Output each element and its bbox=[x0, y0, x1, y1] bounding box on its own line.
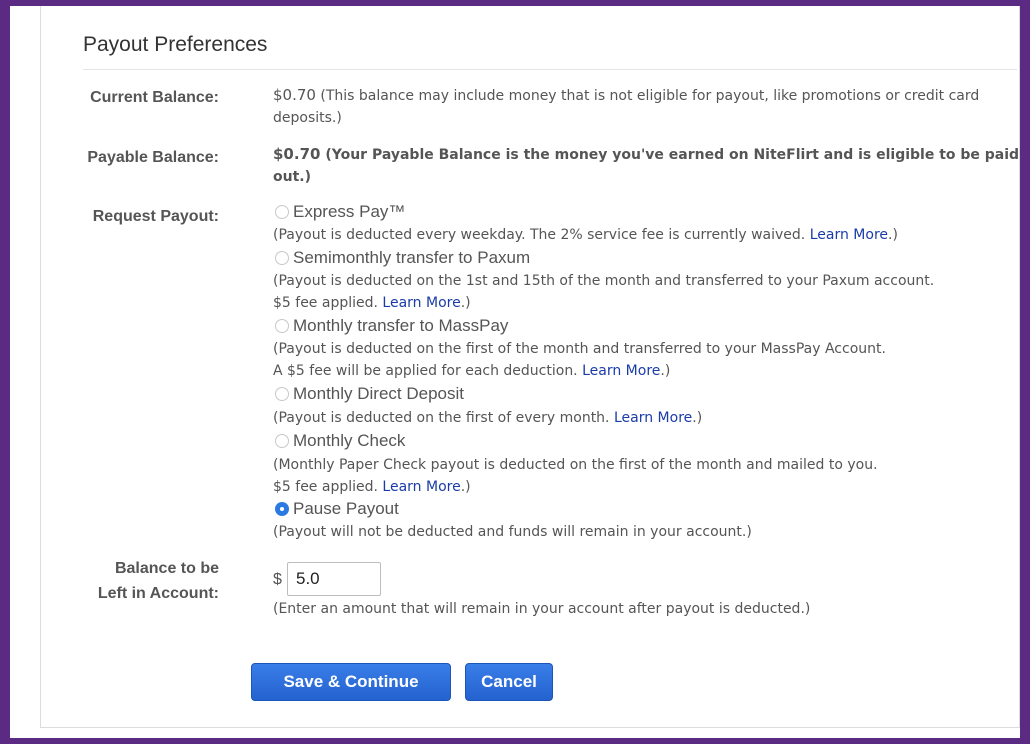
balance-left-label-line: Left in Account: bbox=[97, 585, 219, 602]
description-line: $5 fee applied. bbox=[273, 479, 383, 495]
learn-more-link[interactable]: Learn More bbox=[582, 363, 660, 379]
payable-balance-note: (Your Payable Balance is the money you'v… bbox=[273, 147, 1020, 185]
description-end: .) bbox=[888, 227, 898, 243]
radio-paxum[interactable] bbox=[275, 251, 289, 265]
description-line: (Payout is deducted every weekday. The 2… bbox=[273, 227, 810, 243]
payout-option-label: Semimonthly transfer to Paxum bbox=[293, 248, 531, 267]
radio-direct-deposit[interactable] bbox=[275, 387, 289, 401]
current-balance-amount: $0.70 bbox=[273, 86, 316, 104]
payout-option-direct-deposit[interactable]: Monthly Direct Deposit bbox=[273, 384, 464, 404]
currency-symbol: $ bbox=[273, 571, 282, 588]
description-line: A $5 fee will be applied for each deduct… bbox=[273, 363, 583, 379]
payout-option-description: (Payout will not be deducted and funds w… bbox=[273, 521, 1030, 543]
payable-balance-amount: $0.70 bbox=[273, 145, 321, 163]
payout-option-description: (Payout is deducted every weekday. The 2… bbox=[273, 224, 1030, 246]
description-line: (Payout is deducted on the first of the … bbox=[273, 341, 886, 357]
preferences-panel: Payout Preferences Current Balance: $0.7… bbox=[40, 6, 1020, 728]
learn-more-link[interactable]: Learn More bbox=[382, 479, 460, 495]
description-end: .) bbox=[660, 363, 671, 379]
learn-more-link[interactable]: Learn More bbox=[382, 295, 460, 311]
learn-more-link[interactable]: Learn More bbox=[810, 227, 888, 243]
description-end: .) bbox=[460, 479, 471, 495]
radio-express-pay[interactable] bbox=[275, 205, 289, 219]
balance-left-label: Balance to be Left in Account: bbox=[39, 556, 219, 606]
payout-option-masspay[interactable]: Monthly transfer to MassPay bbox=[273, 316, 508, 336]
learn-more-link[interactable]: Learn More bbox=[614, 410, 692, 426]
description-line: (Payout will not be deducted and funds w… bbox=[273, 524, 752, 540]
payout-option-monthly-check[interactable]: Monthly Check bbox=[273, 431, 405, 451]
current-balance-note: (This balance may include money that is … bbox=[273, 88, 980, 126]
description-end: .) bbox=[692, 410, 703, 426]
current-balance-value: $0.70 (This balance may include money th… bbox=[273, 84, 1030, 129]
description-end: .) bbox=[460, 295, 471, 311]
description-line: $5 fee applied. bbox=[273, 295, 383, 311]
payout-option-label: Monthly Direct Deposit bbox=[293, 384, 465, 403]
radio-masspay[interactable] bbox=[275, 319, 289, 333]
payout-option-label: Monthly transfer to MassPay bbox=[293, 316, 509, 335]
save-continue-button[interactable]: Save & Continue bbox=[251, 663, 451, 701]
page-title: Payout Preferences bbox=[83, 33, 268, 56]
description-line: (Payout is deducted on the first of ever… bbox=[273, 410, 614, 426]
window-frame: Payout Preferences Current Balance: $0.7… bbox=[0, 0, 1030, 744]
description-line: (Monthly Paper Check payout is deducted … bbox=[273, 457, 878, 473]
radio-pause-payout[interactable] bbox=[275, 502, 289, 516]
payout-option-description: (Monthly Paper Check payout is deducted … bbox=[273, 454, 1030, 498]
request-payout-label: Request Payout: bbox=[92, 208, 219, 225]
balance-left-hint: (Enter an amount that will remain in you… bbox=[273, 601, 811, 617]
payout-option-description: (Payout is deducted on the first of ever… bbox=[273, 407, 1030, 429]
balance-left-input[interactable] bbox=[287, 562, 381, 596]
description-line: (Payout is deducted on the 1st and 15th … bbox=[273, 273, 935, 289]
payout-option-paxum[interactable]: Semimonthly transfer to Paxum bbox=[273, 248, 530, 268]
balance-left-label-line: Balance to be bbox=[114, 560, 219, 577]
payout-option-label: Monthly Check bbox=[293, 431, 406, 450]
payout-option-description: (Payout is deducted on the 1st and 15th … bbox=[273, 270, 1030, 314]
payout-option-label: Pause Payout bbox=[293, 499, 399, 518]
title-divider bbox=[83, 69, 1017, 70]
payout-option-pause[interactable]: Pause Payout bbox=[273, 499, 399, 519]
payout-option-express-pay[interactable]: Express Pay™ bbox=[273, 202, 405, 222]
payout-option-description: (Payout is deducted on the first of the … bbox=[273, 338, 1030, 382]
current-balance-label: Current Balance: bbox=[90, 89, 219, 106]
payable-balance-value: $0.70 (Your Payable Balance is the money… bbox=[273, 143, 1030, 188]
payable-balance-label: Payable Balance: bbox=[87, 149, 219, 166]
cancel-button[interactable]: Cancel bbox=[465, 663, 553, 701]
payout-option-label: Express Pay™ bbox=[293, 202, 406, 221]
radio-monthly-check[interactable] bbox=[275, 434, 289, 448]
